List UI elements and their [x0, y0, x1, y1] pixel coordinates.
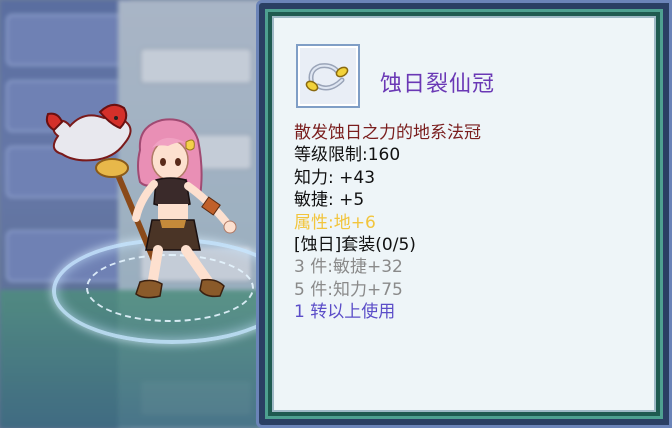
item-icon-slot	[296, 44, 360, 108]
hair-ornament	[185, 139, 195, 151]
class-requirement: 1 转以上使用	[294, 302, 396, 323]
mallet-head	[95, 158, 129, 178]
set-bonus-3: 3 件:敏捷+32	[294, 257, 403, 278]
item-stats: 散发蚀日之力的地系法冠 等级限制:160 知力: +43 敏捷: +5 属性:地…	[294, 122, 481, 324]
tooltip-frame: 蚀日裂仙冠 散发蚀日之力的地系法冠 等级限制:160 知力: +43 敏捷: +…	[265, 9, 663, 419]
agility-stat: 敏捷: +5	[294, 190, 365, 211]
character-sprite	[45, 103, 237, 299]
belt	[160, 220, 186, 228]
creature-eye	[114, 116, 118, 120]
right-eye	[175, 158, 181, 166]
left-boot	[135, 279, 163, 299]
top	[153, 177, 191, 208]
intelligence-stat: 知力: +43	[294, 167, 376, 188]
left-eye	[160, 158, 166, 166]
item-tooltip: 蚀日裂仙冠 散发蚀日之力的地系法冠 等级限制:160 知力: +43 敏捷: +…	[256, 0, 672, 428]
background-list-slot	[140, 48, 252, 84]
item-description: 散发蚀日之力的地系法冠	[294, 123, 481, 143]
face	[151, 139, 189, 181]
set-bonus-5: 5 件:知力+75	[294, 279, 403, 300]
item-name: 蚀日裂仙冠	[380, 72, 496, 97]
left-arm	[132, 180, 158, 222]
element-attribute: 属性:地+6	[294, 212, 376, 233]
level-requirement: 等级限制:160	[294, 145, 401, 166]
right-boot	[199, 278, 225, 298]
background-menu-tab	[6, 14, 128, 66]
set-title: [蚀日]套装(0/5)	[294, 235, 416, 256]
headband-icon	[305, 63, 349, 92]
right-hand	[223, 220, 237, 234]
tooltip-content: 蚀日裂仙冠 散发蚀日之力的地系法冠 等级限制:160 知力: +43 敏捷: +…	[272, 16, 656, 412]
